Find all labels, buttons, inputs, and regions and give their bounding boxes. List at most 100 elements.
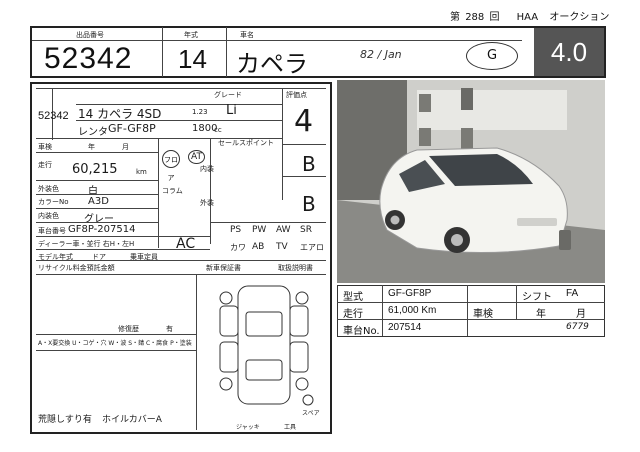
equip-pw: PW (252, 225, 267, 235)
grade-letter: G (486, 48, 498, 63)
score-value: 4.0 (550, 37, 588, 67)
spare-tire-icon (302, 394, 314, 406)
grade-label: グレード (214, 91, 242, 99)
info-row-2-value2: 年 月 (536, 309, 586, 320)
equip-sr: SR (300, 225, 312, 235)
photo-car-grille (517, 218, 557, 226)
equip-aw: AW (276, 225, 291, 235)
info-row-2-key: 走行 (343, 309, 363, 320)
spare-label: スペア (302, 410, 320, 417)
auction-header: 第 288 回 HAA オークション (450, 8, 609, 23)
km-unit: km (136, 168, 147, 176)
model-code-hand: GF-GF8P (108, 122, 156, 135)
info-row-1-key: 型式 (343, 292, 363, 303)
tool-label: 工具 (284, 424, 297, 431)
car-right-rear-door (289, 341, 309, 373)
photo-car-side-mirror (559, 230, 571, 250)
info-row-3-value: 207514 (388, 322, 422, 333)
recycle-label: リサイクル料金預託金額 (38, 264, 115, 272)
wheel-front-right (295, 291, 309, 305)
shift-floor: フロア (162, 150, 180, 182)
exterior-grade: B (302, 192, 316, 216)
car-rear-window (245, 359, 283, 381)
repair-value: 有 (166, 325, 173, 333)
car-windshield (245, 311, 283, 337)
grade-value: Li (226, 103, 237, 118)
info-row-2-key2: 車検 (473, 309, 493, 320)
equip-tv: TV (276, 242, 288, 252)
manual-label: 取扱説明書 (278, 264, 313, 272)
photo-window-3 (461, 128, 473, 150)
inspection-label: 車検 (38, 143, 52, 151)
exterior-label: 外装 (200, 199, 214, 207)
mileage-hand: 60,215 (72, 162, 118, 177)
bottom-note-left: 荒隠しすり有 (38, 415, 92, 425)
cc-unit: cc (214, 126, 222, 134)
model-year: 14 (178, 44, 207, 74)
wheel-rear-left (219, 377, 233, 391)
car-photo (337, 80, 605, 283)
equipment-grid: PS PW AW SR カワ AB TV エアロ (228, 224, 326, 258)
wheel-front-left (219, 291, 233, 305)
photo-window-4 (419, 128, 431, 146)
ext-color-label: 外装色 (38, 185, 59, 193)
jack-label: ジャッキ (236, 424, 260, 431)
round-suffix: 回 (489, 12, 500, 23)
rental-mark: レンタ (78, 127, 108, 138)
color-no: A3D (88, 196, 109, 207)
chassis-hand: GF8P-207514 (68, 224, 136, 235)
equip-ps: PS (230, 225, 242, 235)
photo-window-1 (419, 94, 431, 112)
model-line: 14 カペラ 4SD (78, 107, 162, 121)
car-name: カペラ (236, 50, 308, 78)
info-row-3-note: 6779 (566, 322, 589, 332)
round-number: 288 (465, 12, 485, 23)
info-row-2-value: 61,000 Km (388, 305, 437, 316)
info-row-1-value2: FA (566, 288, 579, 299)
interior-label: 内装 (200, 165, 214, 173)
interior-grade: B (302, 152, 316, 176)
car-right-front-door (289, 305, 309, 337)
equip-leather: カワ (230, 243, 246, 252)
sales-point-label: セールスポイント (218, 139, 274, 147)
info-row-3-key: 車台No. (343, 326, 380, 337)
auction-word: オークション (549, 12, 610, 23)
equip-aero: エアロ (300, 243, 324, 252)
shift-column: コラム (162, 187, 183, 195)
equip-ab: AB (252, 242, 265, 252)
lot-number: 52342 (44, 42, 133, 75)
repair-label: 修復歴 (118, 325, 139, 333)
auction-house: HAA (516, 12, 539, 23)
ac-mark: AC (176, 236, 196, 252)
score-label: 評価点 (286, 91, 307, 99)
small-code: 1.23 (192, 108, 208, 116)
dealer-row: ディーラー車・並行 右H・左H (38, 240, 135, 248)
inspection-month: 月 (122, 143, 129, 151)
legend-line: A・X要交換 U・コゲ・穴 W・波 S・錆 C・腐食 P・塗装 (38, 340, 192, 347)
score-hand: 4 (294, 104, 314, 139)
photo-upper-wall (417, 90, 567, 130)
wheel-rear-right (295, 377, 309, 391)
car-name-label: 車名 (240, 31, 254, 39)
chassis-label: 車台番号 (38, 227, 66, 235)
lot-number-small: 52342 (38, 110, 69, 122)
grade-circle: G (466, 42, 518, 70)
lot-number-label: 出品番号 (76, 31, 104, 39)
year-label: 年式 (184, 31, 198, 39)
inspection-year: 年 (88, 143, 95, 151)
car-left-rear-door (219, 341, 239, 373)
info-row-1-key2: シフト (522, 292, 552, 303)
photo-window-2 (461, 88, 473, 110)
car-body-outline (237, 285, 291, 405)
info-row-1-value: GF-GF8P (388, 288, 432, 299)
bottom-note-right: ホイルカバーA (102, 415, 162, 425)
color-note: 82 / Jan (360, 48, 402, 61)
round-prefix: 第 (450, 12, 460, 23)
mileage-label: 走行 (38, 161, 52, 169)
car-left-front-door (219, 305, 239, 337)
color-no-label: カラーNo (38, 198, 69, 206)
int-color-label: 内装色 (38, 212, 59, 220)
shift-at: AT (188, 150, 205, 164)
score-badge: 4.0 (534, 28, 604, 76)
car-damage-diagram (219, 285, 314, 406)
